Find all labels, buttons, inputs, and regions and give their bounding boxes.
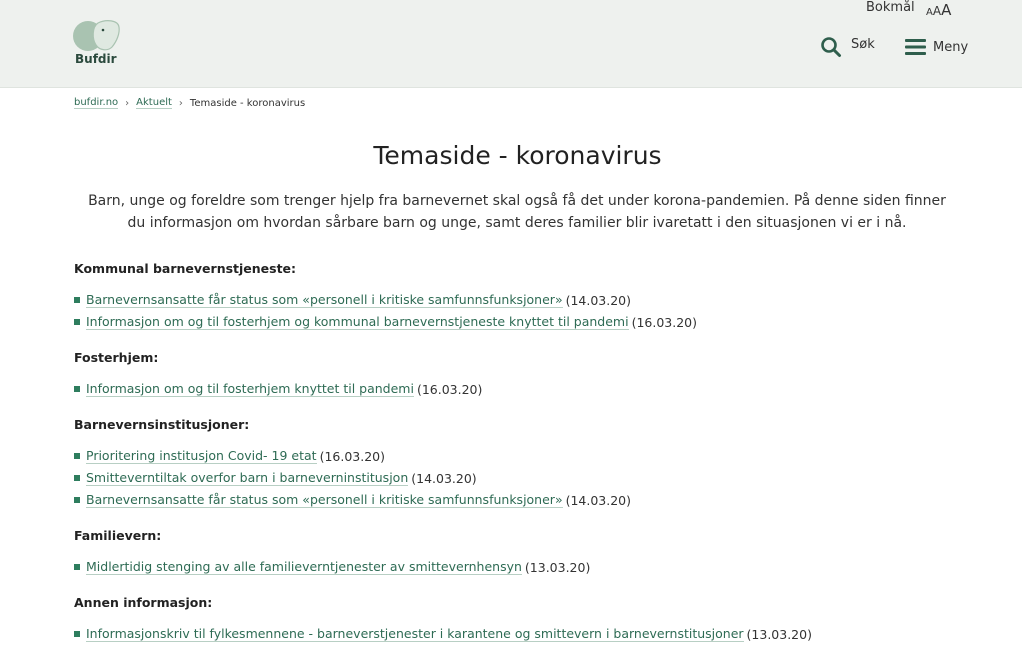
square-bullet-icon — [74, 475, 80, 481]
square-bullet-icon — [74, 564, 80, 570]
text-size-control[interactable]: AAA — [926, 0, 951, 19]
breadcrumb-aktuelt[interactable]: Aktuelt — [136, 97, 172, 109]
square-bullet-icon — [74, 319, 80, 325]
article-date: (16.03.20) — [416, 381, 483, 397]
search-button[interactable]: Søk — [820, 36, 875, 58]
square-bullet-icon — [74, 497, 80, 503]
chevron-right-icon: › — [178, 97, 183, 109]
search-label: Søk — [851, 36, 875, 52]
text-size-medium[interactable]: A — [933, 4, 941, 18]
article-date: (14.03.20) — [565, 292, 632, 308]
list-item: Informasjon om og til fosterhjem knyttet… — [74, 381, 482, 397]
menu-label: Meny — [933, 39, 969, 55]
square-bullet-icon — [74, 631, 80, 637]
text-size-large[interactable]: A — [941, 1, 951, 19]
language-selector[interactable]: Bokmål — [866, 0, 915, 15]
article-date: (14.03.20) — [565, 492, 632, 508]
breadcrumb-current: Temaside - koronavirus — [189, 97, 306, 109]
list-item: Barnevernsansatte får status som «person… — [74, 292, 631, 308]
breadcrumb: bufdir.no › Aktuelt › Temaside - koronav… — [74, 97, 305, 109]
logo-text: Bufdir — [75, 52, 117, 66]
square-bullet-icon — [74, 386, 80, 392]
list-item: Informasjon om og til fosterhjem og komm… — [74, 314, 697, 330]
page-lead: Barn, unge og foreldre som trenger hjelp… — [88, 193, 946, 231]
article-date: (16.03.20) — [319, 448, 385, 464]
list-item: Barnevernsansatte får status som «person… — [74, 492, 631, 508]
breadcrumb-home[interactable]: bufdir.no — [74, 97, 119, 109]
page-title: Temaside - koronavirus — [373, 141, 662, 170]
hamburger-menu-icon — [905, 39, 926, 55]
article-date: (13.03.20) — [524, 559, 591, 575]
text-size-small[interactable]: A — [926, 7, 933, 18]
menu-button[interactable]: Meny — [905, 38, 968, 56]
site-header: Bufdir Bokmål AAA Søk Meny — [0, 0, 1022, 88]
list-item: Smitteverntiltak overfor barn i barnever… — [74, 470, 477, 486]
list-item: Midlertidig stenging av alle familievern… — [74, 559, 590, 575]
search-icon — [821, 37, 841, 57]
square-bullet-icon — [74, 297, 80, 303]
list-item: Informasjonskriv til fylkesmennene - bar… — [74, 626, 812, 642]
article-link[interactable]: Barnevernsansatte får status som «person… — [86, 292, 563, 308]
section-heading: Annen informasjon: — [74, 595, 213, 610]
chevron-right-icon: › — [125, 97, 130, 109]
section-heading: Kommunal barnevernstjeneste: — [74, 261, 297, 276]
article-link[interactable]: Barnevernsansatte får status som «person… — [86, 492, 563, 508]
article-date: (13.03.20) — [746, 626, 812, 642]
article-link[interactable]: Smitteverntiltak overfor barn i barnever… — [86, 470, 409, 486]
section-heading: Fosterhjem: — [74, 350, 159, 365]
article-link[interactable]: Informasjonskriv til fylkesmennene - bar… — [86, 626, 744, 642]
square-bullet-icon — [74, 453, 80, 459]
article-link[interactable]: Informasjon om og til fosterhjem knyttet… — [86, 381, 414, 397]
bufdir-logo-icon — [73, 20, 120, 51]
section-heading: Familievern: — [74, 528, 162, 543]
article-link[interactable]: Midlertidig stenging av alle familievern… — [86, 559, 522, 575]
list-item: Prioritering institusjon Covid- 19 etat … — [74, 448, 385, 464]
article-link[interactable]: Prioritering institusjon Covid- 19 etat — [86, 448, 317, 464]
article-date: (14.03.20) — [411, 470, 477, 486]
section-heading: Barnevernsinstitusjoner: — [74, 417, 250, 432]
article-date: (16.03.20) — [631, 314, 698, 330]
article-link[interactable]: Informasjon om og til fosterhjem og komm… — [86, 314, 629, 330]
